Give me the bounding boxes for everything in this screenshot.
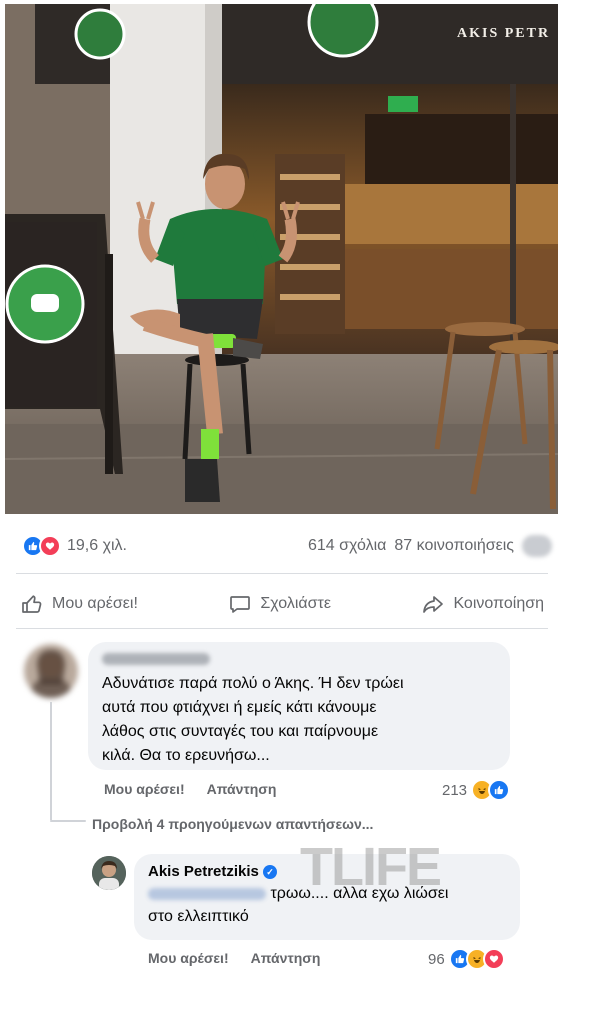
love-icon [39,535,61,557]
reply-reaction-count: 96 [428,950,445,968]
reply-reactions[interactable]: 96 [428,948,505,970]
thread-connector-branch [50,820,86,822]
view-previous-replies-link[interactable]: Προβολή 4 προηγούμενων απαντήσεων... [92,816,373,832]
photo-illustration [5,4,558,514]
commenter-name-blurred[interactable] [102,653,210,665]
comment-text: Αδυνάτισε παρά πολύ ο Άκης. Ή δεν τρώει … [102,672,496,768]
comment-like-link[interactable]: Μου αρέσει! [104,781,185,797]
mentioned-user-blurred[interactable] [148,887,266,900]
love-icon [482,948,505,970]
tlife-watermark: TLIFE [300,837,442,897]
like-icon [488,779,511,801]
reactions-count[interactable]: 19,6 χιλ. [67,537,127,555]
comment-meta: Μου αρέσει! Απάντηση [104,781,276,797]
reply-text-line: στο ελλειπτικό [148,908,249,925]
commenter-avatar[interactable] [24,644,78,698]
comment-text-line: κιλά. Θα το ερευνήσω... [102,747,270,764]
comment-text-line: λάθος στις συνταγές του και παίρνουμε [102,723,379,740]
like-button[interactable]: Μου αρέσει! [16,588,142,620]
reactions-summary-row: 19,6 χιλ. 614 σχόλια 87 κοινοποιήσεις [22,532,552,560]
like-button-label: Μου αρέσει! [52,595,138,612]
reply-reply-link[interactable]: Απάντηση [251,950,321,966]
stats-divider [16,573,548,574]
share-avatars [522,535,552,557]
storefront-sign: AKIS PETR [457,26,551,41]
post-photo[interactable]: AKIS PETR [5,4,558,514]
reaction-badges[interactable] [22,535,61,557]
share-arrow-icon [423,596,444,613]
comment-bubble-icon [230,596,251,613]
comment-reactions[interactable]: 213 [442,779,511,801]
reply-meta: Μου αρέσει! Απάντηση [148,950,320,966]
post-actions-bar: Μου αρέσει! Σχολιάστε Κοινοποίηση [16,584,548,624]
thumbs-up-icon [22,595,42,613]
comments-count[interactable]: 614 σχόλια [308,537,386,555]
verified-badge-icon: ✓ [263,865,278,880]
share-button[interactable]: Κοινοποίηση [417,588,548,620]
actions-divider [16,628,548,629]
comment-text-line: Αδυνάτισε παρά πολύ ο Άκης. Ή δεν τρώει [102,675,404,692]
reply-author-name[interactable]: Akis Petretzikis [148,863,259,880]
thread-connector [50,702,52,820]
comment-button-label: Σχολιάστε [260,595,331,612]
comment-button[interactable]: Σχολιάστε [224,588,335,620]
comment-reply-link[interactable]: Απάντηση [207,781,277,797]
comment-bubble: Αδυνάτισε παρά πολύ ο Άκης. Ή δεν τρώει … [88,642,510,770]
reply-like-link[interactable]: Μου αρέσει! [148,950,229,966]
comment-text-line: αυτά που φτιάχνει ή εμείς κάτι κάνουμε [102,699,377,716]
comment-reaction-count: 213 [442,781,468,799]
reply-author-avatar[interactable] [92,856,126,890]
shares-count[interactable]: 87 κοινοποιήσεις [394,537,514,555]
share-button-label: Κοινοποίηση [453,595,544,612]
